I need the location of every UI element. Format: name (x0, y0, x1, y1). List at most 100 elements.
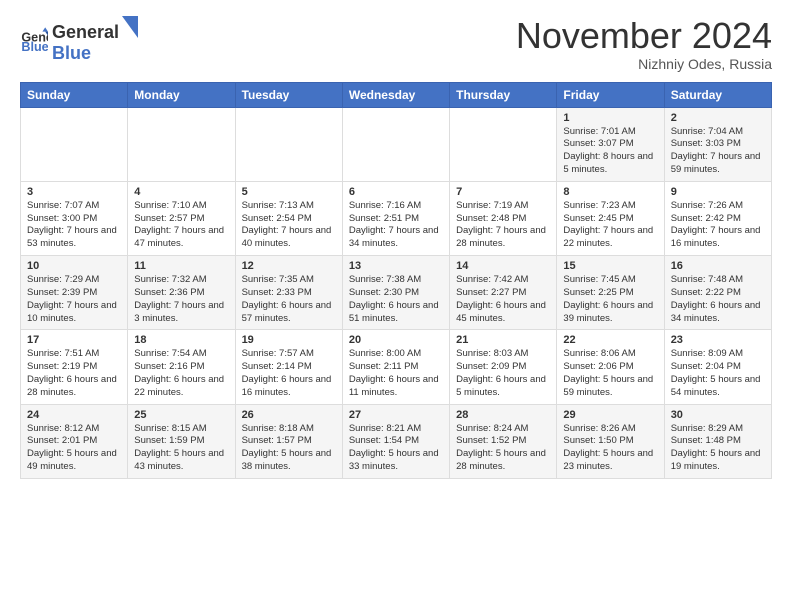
day-number: 19 (242, 334, 336, 346)
day-info: Sunrise: 8:21 AM Sunset: 1:54 PM Dayligh… (349, 423, 443, 474)
cell-week4-day3: 20 Sunrise: 8:00 AM Sunset: 2:11 PM Dayli… (342, 330, 449, 404)
cell-week4-day2: 19 Sunrise: 7:57 AM Sunset: 2:14 PM Dayli… (235, 330, 342, 404)
day-info: Sunrise: 7:45 AM Sunset: 2:25 PM Dayligh… (563, 274, 657, 325)
day-number: 12 (242, 260, 336, 272)
cell-week5-day0: 24 Sunrise: 8:12 AM Sunset: 2:01 PM Dayli… (21, 404, 128, 478)
cell-week1-day3 (342, 107, 449, 181)
day-number: 18 (134, 334, 228, 346)
cell-week1-day4 (450, 107, 557, 181)
day-info: Sunrise: 7:07 AM Sunset: 3:00 PM Dayligh… (27, 200, 121, 251)
title-block: November 2024 Nizhniy Odes, Russia (516, 16, 772, 72)
day-number: 20 (349, 334, 443, 346)
logo-blue: Blue (52, 43, 91, 63)
day-info: Sunrise: 7:13 AM Sunset: 2:54 PM Dayligh… (242, 200, 336, 251)
header-saturday: Saturday (664, 82, 771, 107)
day-info: Sunrise: 7:29 AM Sunset: 2:39 PM Dayligh… (27, 274, 121, 325)
day-number: 14 (456, 260, 550, 272)
day-number: 6 (349, 186, 443, 198)
day-number: 11 (134, 260, 228, 272)
cell-week4-day4: 21 Sunrise: 8:03 AM Sunset: 2:09 PM Dayli… (450, 330, 557, 404)
day-number: 25 (134, 409, 228, 421)
cell-week5-day2: 26Sunrise: 8:18 AM Sunset: 1:57 PM Dayli… (235, 404, 342, 478)
day-info: Sunrise: 7:35 AM Sunset: 2:33 PM Dayligh… (242, 274, 336, 325)
cell-week2-day1: 4 Sunrise: 7:10 AM Sunset: 2:57 PM Daylig… (128, 181, 235, 255)
day-number: 15 (563, 260, 657, 272)
day-info: Sunrise: 8:29 AM Sunset: 1:48 PM Dayligh… (671, 423, 765, 474)
day-number: 8 (563, 186, 657, 198)
day-info: Sunrise: 8:00 AM Sunset: 2:11 PM Dayligh… (349, 348, 443, 399)
cell-week3-day6: 16Sunrise: 7:48 AM Sunset: 2:22 PM Dayli… (664, 256, 771, 330)
week-row-3: 10 Sunrise: 7:29 AM Sunset: 2:39 PM Dayli… (21, 256, 772, 330)
location-subtitle: Nizhniy Odes, Russia (516, 56, 772, 72)
cell-week5-day3: 27 Sunrise: 8:21 AM Sunset: 1:54 PM Dayli… (342, 404, 449, 478)
weekday-header-row: Sunday Monday Tuesday Wednesday Thursday… (21, 82, 772, 107)
cell-week4-day1: 18 Sunrise: 7:54 AM Sunset: 2:16 PM Dayli… (128, 330, 235, 404)
cell-week3-day4: 14Sunrise: 7:42 AM Sunset: 2:27 PM Dayli… (450, 256, 557, 330)
cell-week4-day0: 17Sunrise: 7:51 AM Sunset: 2:19 PM Dayli… (21, 330, 128, 404)
day-number: 4 (134, 186, 228, 198)
cell-week4-day5: 22 Sunrise: 8:06 AM Sunset: 2:06 PM Dayli… (557, 330, 664, 404)
cell-week3-day5: 15 Sunrise: 7:45 AM Sunset: 2:25 PM Dayli… (557, 256, 664, 330)
day-number: 5 (242, 186, 336, 198)
day-info: Sunrise: 8:12 AM Sunset: 2:01 PM Dayligh… (27, 423, 121, 474)
cell-week2-day6: 9 Sunrise: 7:26 AM Sunset: 2:42 PM Daylig… (664, 181, 771, 255)
day-info: Sunrise: 7:01 AM Sunset: 3:07 PM Dayligh… (563, 126, 657, 177)
page: General Blue General Blue November 2024 … (0, 0, 792, 612)
cell-week1-day0 (21, 107, 128, 181)
header: General Blue General Blue November 2024 … (20, 16, 772, 72)
day-info: Sunrise: 8:18 AM Sunset: 1:57 PM Dayligh… (242, 423, 336, 474)
day-number: 3 (27, 186, 121, 198)
week-row-1: 1 Sunrise: 7:01 AM Sunset: 3:07 PM Daylig… (21, 107, 772, 181)
cell-week5-day5: 29 Sunrise: 8:26 AM Sunset: 1:50 PM Dayli… (557, 404, 664, 478)
day-info: Sunrise: 7:57 AM Sunset: 2:14 PM Dayligh… (242, 348, 336, 399)
day-number: 21 (456, 334, 550, 346)
cell-week3-day2: 12 Sunrise: 7:35 AM Sunset: 2:33 PM Dayli… (235, 256, 342, 330)
cell-week3-day1: 11 Sunrise: 7:32 AM Sunset: 2:36 PM Dayli… (128, 256, 235, 330)
day-info: Sunrise: 8:03 AM Sunset: 2:09 PM Dayligh… (456, 348, 550, 399)
cell-week5-day1: 25 Sunrise: 8:15 AM Sunset: 1:59 PM Dayli… (128, 404, 235, 478)
cell-week2-day4: 7 Sunrise: 7:19 AM Sunset: 2:48 PM Daylig… (450, 181, 557, 255)
week-row-2: 3 Sunrise: 7:07 AM Sunset: 3:00 PM Daylig… (21, 181, 772, 255)
day-number: 22 (563, 334, 657, 346)
week-row-5: 24 Sunrise: 8:12 AM Sunset: 2:01 PM Dayli… (21, 404, 772, 478)
day-info: Sunrise: 7:26 AM Sunset: 2:42 PM Dayligh… (671, 200, 765, 251)
day-info: Sunrise: 7:19 AM Sunset: 2:48 PM Dayligh… (456, 200, 550, 251)
day-info: Sunrise: 8:24 AM Sunset: 1:52 PM Dayligh… (456, 423, 550, 474)
header-monday: Monday (128, 82, 235, 107)
day-number: 1 (563, 112, 657, 124)
day-info: Sunrise: 7:38 AM Sunset: 2:30 PM Dayligh… (349, 274, 443, 325)
day-info: Sunrise: 7:54 AM Sunset: 2:16 PM Dayligh… (134, 348, 228, 399)
day-info: Sunrise: 8:26 AM Sunset: 1:50 PM Dayligh… (563, 423, 657, 474)
day-info: Sunrise: 8:06 AM Sunset: 2:06 PM Dayligh… (563, 348, 657, 399)
header-sunday: Sunday (21, 82, 128, 107)
month-title: November 2024 (516, 16, 772, 56)
day-info: Sunrise: 8:15 AM Sunset: 1:59 PM Dayligh… (134, 423, 228, 474)
day-number: 24 (27, 409, 121, 421)
day-info: Sunrise: 7:16 AM Sunset: 2:51 PM Dayligh… (349, 200, 443, 251)
header-thursday: Thursday (450, 82, 557, 107)
day-info: Sunrise: 7:51 AM Sunset: 2:19 PM Dayligh… (27, 348, 121, 399)
day-number: 28 (456, 409, 550, 421)
header-wednesday: Wednesday (342, 82, 449, 107)
cell-week3-day3: 13 Sunrise: 7:38 AM Sunset: 2:30 PM Dayli… (342, 256, 449, 330)
day-number: 13 (349, 260, 443, 272)
cell-week2-day0: 3 Sunrise: 7:07 AM Sunset: 3:00 PM Daylig… (21, 181, 128, 255)
day-number: 9 (671, 186, 765, 198)
cell-week1-day5: 1 Sunrise: 7:01 AM Sunset: 3:07 PM Daylig… (557, 107, 664, 181)
cell-week1-day6: 2Sunrise: 7:04 AM Sunset: 3:03 PM Daylig… (664, 107, 771, 181)
logo-triangle-icon (120, 16, 138, 38)
day-number: 2 (671, 112, 765, 124)
day-info: Sunrise: 7:10 AM Sunset: 2:57 PM Dayligh… (134, 200, 228, 251)
cell-week4-day6: 23Sunrise: 8:09 AM Sunset: 2:04 PM Dayli… (664, 330, 771, 404)
cell-week3-day0: 10 Sunrise: 7:29 AM Sunset: 2:39 PM Dayli… (21, 256, 128, 330)
cell-week2-day3: 6 Sunrise: 7:16 AM Sunset: 2:51 PM Daylig… (342, 181, 449, 255)
header-tuesday: Tuesday (235, 82, 342, 107)
day-number: 27 (349, 409, 443, 421)
cell-week2-day2: 5 Sunrise: 7:13 AM Sunset: 2:54 PM Daylig… (235, 181, 342, 255)
day-number: 29 (563, 409, 657, 421)
day-number: 10 (27, 260, 121, 272)
day-info: Sunrise: 7:32 AM Sunset: 2:36 PM Dayligh… (134, 274, 228, 325)
day-number: 7 (456, 186, 550, 198)
day-info: Sunrise: 8:09 AM Sunset: 2:04 PM Dayligh… (671, 348, 765, 399)
day-number: 16 (671, 260, 765, 272)
